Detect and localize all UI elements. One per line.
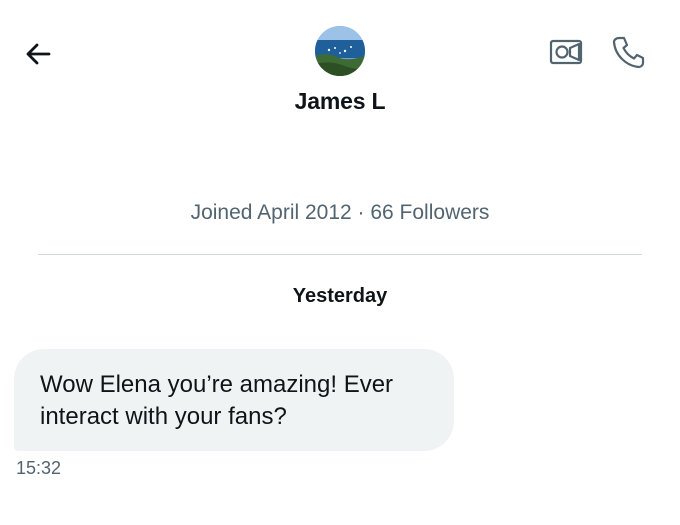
profile-meta: Joined April 2012 · 66 Followers: [190, 201, 490, 224]
divider: [38, 254, 642, 255]
voice-call-button[interactable]: [608, 34, 648, 70]
contact-name[interactable]: James L: [0, 88, 680, 115]
avatar[interactable]: [315, 26, 365, 76]
message-bubble[interactable]: Wow Elena you’re amazing! Ever interact …: [14, 349, 454, 451]
phone-icon: [612, 36, 645, 69]
video-call-button[interactable]: [548, 36, 584, 68]
video-camera-icon: [549, 39, 583, 65]
back-button[interactable]: [20, 36, 56, 72]
date-separator: Yesterday: [292, 285, 388, 307]
arrow-left-icon: [26, 43, 51, 65]
message-timestamp: 15:32: [16, 458, 62, 478]
